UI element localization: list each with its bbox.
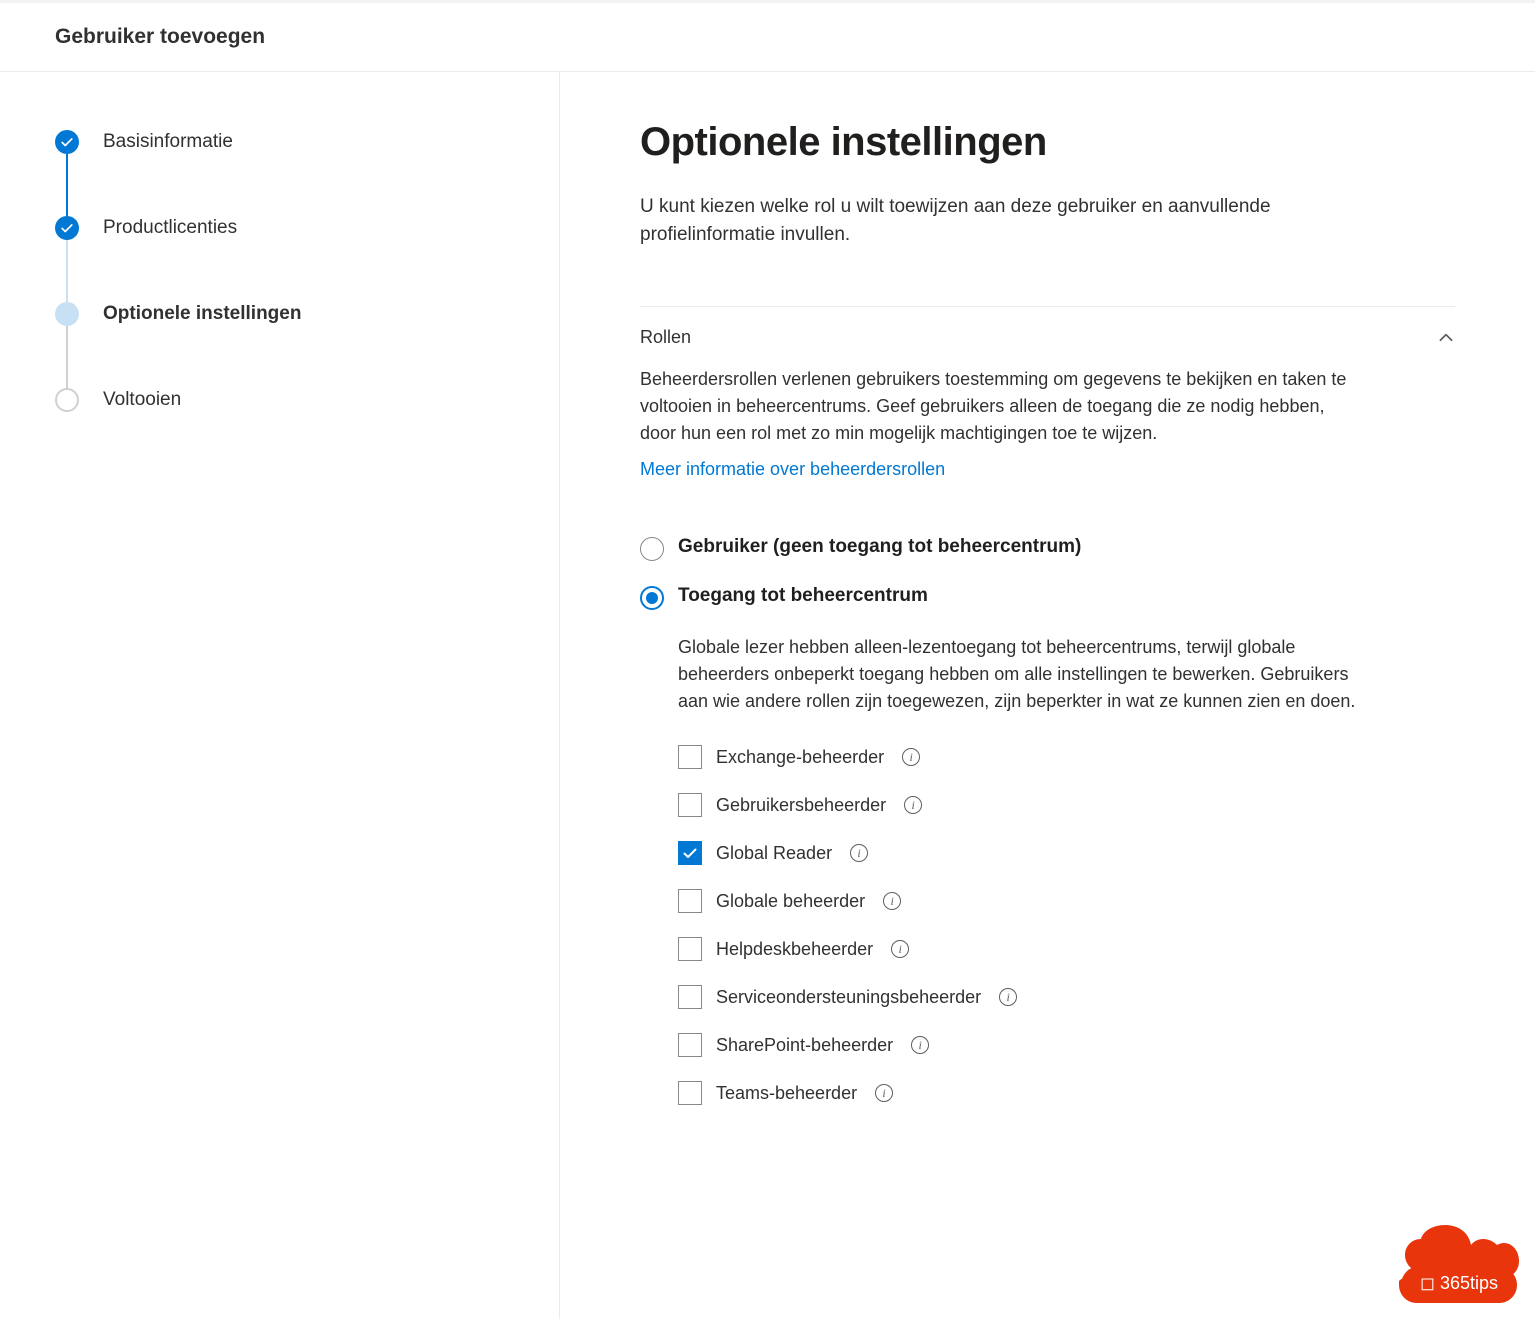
topbar: Gebruiker toevoegen <box>0 0 1535 72</box>
page-title: Gebruiker toevoegen <box>55 25 265 49</box>
radio-selected-icon <box>640 586 664 610</box>
checkbox-icon <box>678 745 702 769</box>
main-content: Optionele instellingen U kunt kiezen wel… <box>560 72 1535 1319</box>
step-voltooien[interactable]: Voltooien <box>55 388 504 412</box>
role-exchange-beheerder[interactable]: Exchange-beheerder i <box>678 745 1455 769</box>
role-globale-beheerder[interactable]: Globale beheerder i <box>678 889 1455 913</box>
roles-toggle[interactable]: Rollen <box>640 327 1455 366</box>
role-sharepoint-beheerder[interactable]: SharePoint-beheerder i <box>678 1033 1455 1057</box>
radio-icon <box>640 537 664 561</box>
info-icon[interactable]: i <box>999 988 1017 1006</box>
info-icon[interactable]: i <box>902 748 920 766</box>
info-icon[interactable]: i <box>891 940 909 958</box>
main-heading: Optionele instellingen <box>640 120 1455 165</box>
step-basisinformatie[interactable]: Basisinformatie <box>55 130 504 216</box>
info-icon[interactable]: i <box>904 796 922 814</box>
radio-admin-description: Globale lezer hebben alleen-lezentoegang… <box>678 634 1358 715</box>
roles-learn-more-link[interactable]: Meer informatie over beheerdersrollen <box>640 459 945 480</box>
roles-title: Rollen <box>640 327 691 348</box>
role-teams-beheerder[interactable]: Teams-beheerder i <box>678 1081 1455 1105</box>
role-global-reader[interactable]: Global Reader i <box>678 841 1455 865</box>
radio-admin-access[interactable]: Toegang tot beheercentrum <box>640 585 1455 610</box>
checkbox-icon <box>678 1033 702 1057</box>
checkmark-icon <box>55 130 79 154</box>
watermark-365tips: ◻ 365tips <box>1399 1225 1519 1303</box>
checkbox-icon <box>678 793 702 817</box>
role-serviceondersteuningsbeheerder[interactable]: Serviceondersteuningsbeheerder i <box>678 985 1455 1009</box>
role-label: Global Reader <box>716 843 832 864</box>
role-helpdeskbeheerder[interactable]: Helpdeskbeheerder i <box>678 937 1455 961</box>
role-label: SharePoint-beheerder <box>716 1035 893 1056</box>
radio-label: Toegang tot beheercentrum <box>678 585 928 607</box>
checkmark-icon <box>55 216 79 240</box>
step-connector <box>66 326 68 388</box>
wizard-sidebar: Basisinformatie Productlicenties Optione… <box>0 72 560 1319</box>
roles-section: Rollen Beheerdersrollen verlenen gebruik… <box>640 306 1455 1105</box>
step-future-icon <box>55 388 79 412</box>
info-icon[interactable]: i <box>850 844 868 862</box>
role-label: Exchange-beheerder <box>716 747 884 768</box>
step-label: Optionele instellingen <box>103 303 301 325</box>
roles-description: Beheerdersrollen verlenen gebruikers toe… <box>640 366 1360 447</box>
role-label: Globale beheerder <box>716 891 865 912</box>
svg-text:◻ 365tips: ◻ 365tips <box>1420 1273 1498 1293</box>
step-connector <box>66 240 68 302</box>
role-label: Serviceondersteuningsbeheerder <box>716 987 981 1008</box>
step-label: Voltooien <box>103 389 181 411</box>
step-productlicenties[interactable]: Productlicenties <box>55 216 504 302</box>
checkbox-icon <box>678 985 702 1009</box>
checkbox-icon <box>678 889 702 913</box>
role-gebruikersbeheerder[interactable]: Gebruikersbeheerder i <box>678 793 1455 817</box>
step-optionele-instellingen[interactable]: Optionele instellingen <box>55 302 504 388</box>
info-icon[interactable]: i <box>875 1084 893 1102</box>
radio-user-no-admin[interactable]: Gebruiker (geen toegang tot beheercentru… <box>640 536 1455 561</box>
stepper: Basisinformatie Productlicenties Optione… <box>55 130 504 412</box>
radio-label: Gebruiker (geen toegang tot beheercentru… <box>678 536 1081 558</box>
role-label: Teams-beheerder <box>716 1083 857 1104</box>
step-label: Productlicenties <box>103 217 237 239</box>
checkbox-checked-icon <box>678 841 702 865</box>
role-label: Gebruikersbeheerder <box>716 795 886 816</box>
step-connector <box>66 154 68 216</box>
role-label: Helpdeskbeheerder <box>716 939 873 960</box>
checkbox-icon <box>678 937 702 961</box>
chevron-up-icon <box>1437 329 1455 347</box>
checkbox-icon <box>678 1081 702 1105</box>
step-label: Basisinformatie <box>103 131 233 153</box>
admin-role-list: Exchange-beheerder i Gebruikersbeheerder… <box>678 745 1455 1105</box>
step-current-icon <box>55 302 79 326</box>
info-icon[interactable]: i <box>883 892 901 910</box>
main-intro: U kunt kiezen welke rol u wilt toewijzen… <box>640 193 1400 248</box>
info-icon[interactable]: i <box>911 1036 929 1054</box>
